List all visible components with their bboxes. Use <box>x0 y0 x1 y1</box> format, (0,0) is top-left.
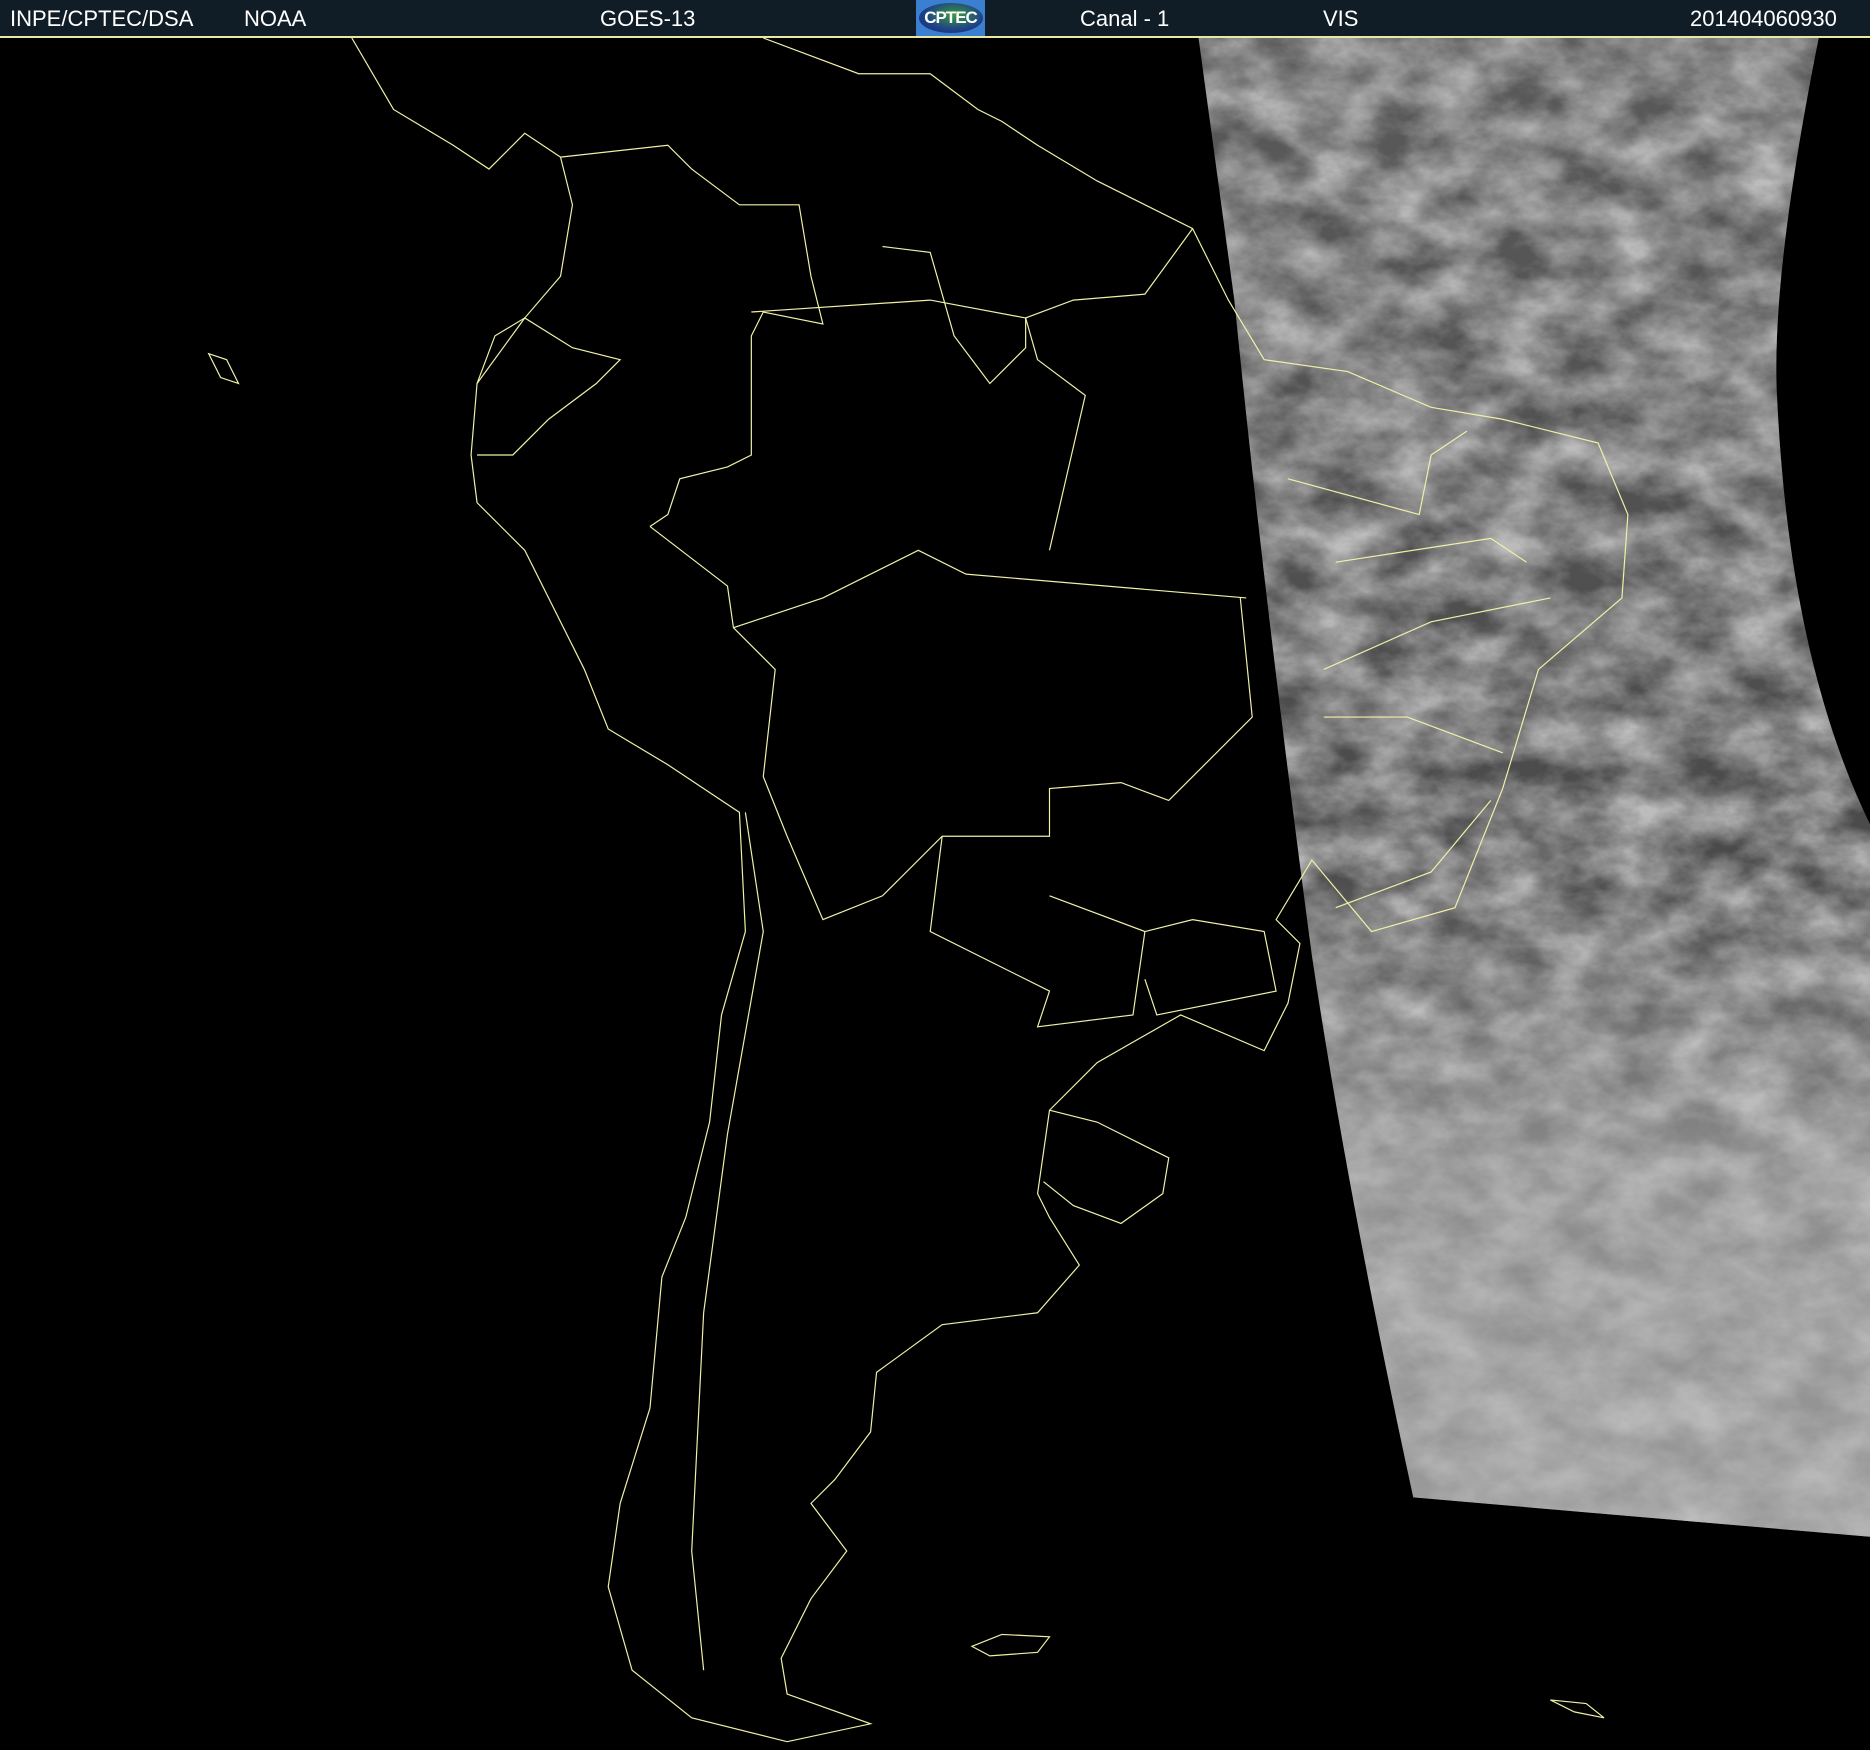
border-bolivia <box>733 597 1253 921</box>
satellite-map <box>207 38 1870 1743</box>
border-paraguay <box>929 836 1146 1028</box>
band-label: VIS <box>1323 6 1359 31</box>
border-brazil-north <box>751 299 1086 551</box>
satellite-label: GOES-13 <box>600 6 696 31</box>
border-peru-brazil <box>649 525 1247 629</box>
falkland-islands <box>970 1633 1051 1657</box>
border-argentina-chile <box>691 812 764 1671</box>
cptec-logo: CPTEC <box>916 0 985 36</box>
channel-label: Canal - 1 <box>1080 6 1170 31</box>
header-bar: INPE/CPTEC/DSA NOAA GOES-13 CPTEC Canal … <box>0 0 1870 38</box>
agency-label: NOAA <box>244 6 307 31</box>
satellite-image-swath <box>1198 38 1870 1537</box>
cptec-logo-text: CPTEC <box>918 3 983 33</box>
south-georgia <box>1550 1699 1605 1719</box>
border-ecuador <box>476 317 622 456</box>
institution-label: INPE/CPTEC/DSA <box>10 6 194 31</box>
border-uruguay <box>1043 1109 1170 1225</box>
border-colombia-venezuela <box>560 144 824 527</box>
border-argentina-brazil <box>1144 919 1277 1016</box>
galapagos-islands <box>207 352 240 385</box>
timestamp-label: 201404060930 <box>1690 6 1837 31</box>
